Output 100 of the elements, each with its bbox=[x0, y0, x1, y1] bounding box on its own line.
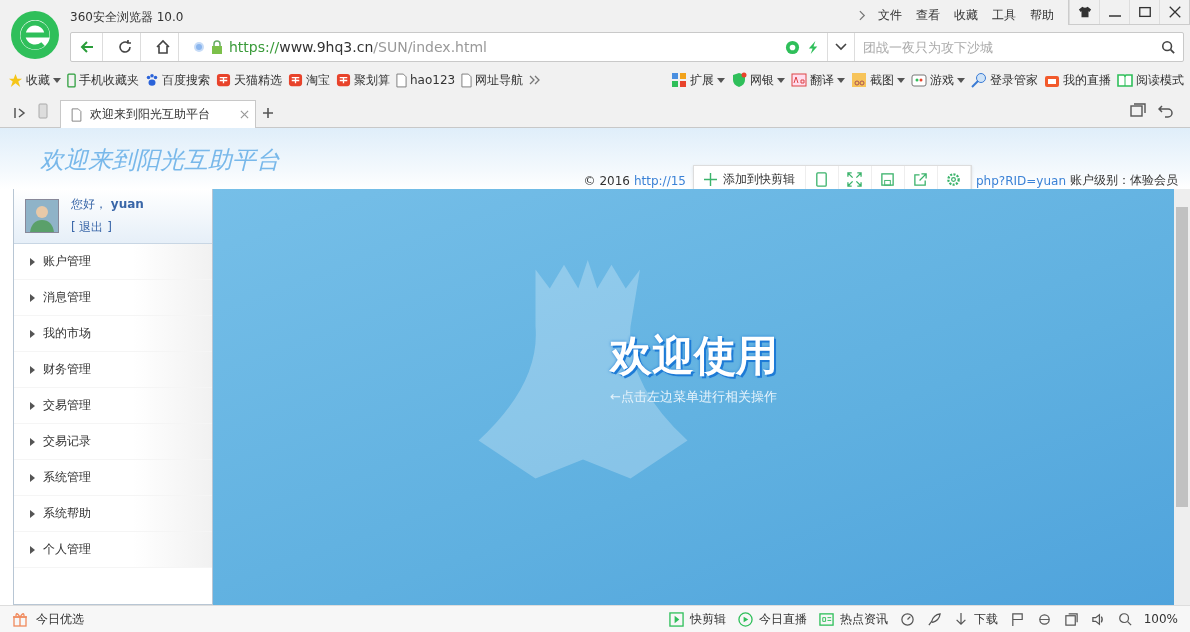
caret-icon[interactable] bbox=[717, 77, 725, 83]
extension-item[interactable]: 游戏 bbox=[911, 71, 965, 89]
zoom-icon[interactable] bbox=[1117, 612, 1132, 626]
triangle-icon bbox=[30, 257, 35, 266]
close-icon bbox=[1167, 5, 1182, 19]
chevron-down-icon bbox=[835, 43, 847, 51]
menu-item[interactable]: 财务管理 bbox=[14, 352, 212, 388]
flag-icon[interactable] bbox=[1009, 611, 1025, 627]
news-icon bbox=[818, 611, 834, 627]
welcome-title: 欢迎使用 bbox=[609, 330, 778, 382]
caret-icon[interactable] bbox=[897, 77, 905, 83]
caret-icon[interactable] bbox=[777, 77, 785, 83]
menu-item[interactable]: 交易记录 bbox=[14, 424, 212, 460]
triangle-icon bbox=[30, 401, 35, 410]
paw-icon bbox=[145, 73, 159, 87]
menu-item[interactable]: 我的市场 bbox=[14, 316, 212, 352]
status-item[interactable]: 快剪辑 bbox=[668, 610, 726, 628]
speed-icon[interactable] bbox=[899, 611, 915, 627]
chevron-icon[interactable] bbox=[859, 9, 866, 21]
menu-item[interactable]: 系统帮助 bbox=[14, 496, 212, 532]
caret-icon[interactable] bbox=[837, 77, 845, 83]
bookmark-item[interactable]: hao123 bbox=[396, 72, 456, 88]
menu-item[interactable]: 交易管理 bbox=[14, 388, 212, 424]
menu-item[interactable]: 个人管理 bbox=[14, 532, 212, 568]
translate-icon bbox=[791, 72, 807, 88]
extension-item[interactable]: 登录管家 bbox=[971, 71, 1038, 89]
menu-item[interactable]: 消息管理 bbox=[14, 280, 212, 316]
back-arrow-icon bbox=[78, 39, 95, 55]
page-icon bbox=[396, 72, 407, 88]
minimize-icon bbox=[1108, 15, 1121, 17]
triangle-icon bbox=[30, 545, 35, 554]
status-text[interactable]: 今日优选 bbox=[36, 610, 84, 628]
extension-item[interactable]: 我的直播 bbox=[1044, 71, 1111, 89]
extension-item[interactable]: 网银 bbox=[731, 71, 785, 89]
search-icon[interactable] bbox=[1161, 40, 1175, 54]
scrollbar[interactable] bbox=[1174, 189, 1190, 605]
url-field[interactable]: https://www.9hq3.cn/SUN/index.html bbox=[229, 39, 487, 55]
clip-icon bbox=[668, 611, 684, 627]
book-icon bbox=[1117, 72, 1133, 88]
greeting-text: 您好， bbox=[71, 197, 107, 211]
settings-icon bbox=[946, 171, 962, 187]
logout-link[interactable]: [ 退出 ] bbox=[71, 219, 144, 236]
triangle-icon bbox=[30, 437, 35, 446]
window-icon[interactable] bbox=[1063, 611, 1079, 627]
menu-item[interactable]: 文件 bbox=[878, 6, 902, 24]
dropdown-button[interactable] bbox=[827, 33, 855, 61]
status-item[interactable]: 今日直播 bbox=[737, 610, 807, 628]
menu-item[interactable]: 查看 bbox=[916, 6, 940, 24]
caret-icon[interactable] bbox=[53, 77, 61, 83]
home-icon bbox=[154, 39, 171, 55]
download-button[interactable]: 下载 bbox=[953, 610, 998, 628]
grid-icon bbox=[671, 72, 687, 88]
bookmark-item[interactable]: 网址导航 bbox=[461, 71, 524, 89]
star-icon bbox=[8, 72, 23, 88]
triangle-icon bbox=[30, 473, 35, 482]
user-name: yuan bbox=[110, 197, 144, 211]
extension-item[interactable]: 扩展 bbox=[671, 71, 725, 89]
close-icon[interactable] bbox=[240, 110, 249, 119]
menu-item[interactable]: 账户管理 bbox=[14, 244, 212, 280]
menu-item[interactable]: 帮助 bbox=[1030, 6, 1054, 24]
site-title: 欢迎来到阳光互助平台 bbox=[40, 145, 280, 176]
play-icon bbox=[737, 611, 753, 627]
avatar-icon bbox=[25, 199, 59, 233]
zoom-level[interactable]: 100% bbox=[1143, 612, 1178, 626]
extension-item[interactable]: 截图 bbox=[851, 71, 905, 89]
welcome-hint: ←点击左边菜单进行相关操作 bbox=[610, 388, 777, 406]
browser-logo-icon bbox=[10, 10, 60, 60]
menu-item[interactable]: 收藏 bbox=[954, 6, 978, 24]
bookmark-item[interactable]: 聚划算 bbox=[336, 71, 390, 89]
bookmark-item[interactable]: 手机收藏夹 bbox=[67, 71, 139, 89]
browser-tab[interactable]: 欢迎来到阳光互助平台 bbox=[60, 100, 256, 128]
bookmark-item[interactable]: 天猫精选 bbox=[216, 71, 282, 89]
extension-item[interactable]: 翻译 bbox=[791, 71, 845, 89]
link[interactable]: php?RID=yuan bbox=[975, 173, 1066, 188]
shield-icon bbox=[731, 72, 747, 88]
bookmark-item[interactable]: 百度搜索 bbox=[145, 71, 210, 89]
reload-icon bbox=[116, 39, 133, 55]
bookmark-item[interactable]: 收藏 bbox=[8, 71, 61, 89]
status-item[interactable]: 热点资讯 bbox=[818, 610, 888, 628]
speaker-icon[interactable] bbox=[1090, 611, 1106, 627]
triangle-icon bbox=[30, 509, 35, 518]
share-icon bbox=[913, 171, 929, 187]
more-icon[interactable] bbox=[529, 75, 542, 85]
tag-icon bbox=[336, 72, 351, 88]
tag-icon bbox=[216, 72, 231, 88]
undo-icon[interactable] bbox=[1158, 103, 1174, 119]
menu-item[interactable]: 系统管理 bbox=[14, 460, 212, 496]
plus-icon bbox=[703, 172, 717, 186]
windows-icon[interactable] bbox=[1130, 103, 1146, 119]
plus-icon bbox=[262, 107, 274, 119]
caret-icon[interactable] bbox=[957, 77, 965, 83]
sidebar-toggle-icon[interactable] bbox=[14, 107, 26, 119]
shirt-icon bbox=[1077, 5, 1092, 19]
extension-item[interactable]: 阅读模式 bbox=[1117, 71, 1184, 89]
link[interactable]: http://15 bbox=[633, 173, 686, 188]
bookmark-item[interactable]: 淘宝 bbox=[288, 71, 330, 89]
maximize-icon bbox=[1137, 5, 1152, 19]
save-icon bbox=[880, 171, 896, 187]
menu-item[interactable]: 工具 bbox=[992, 6, 1016, 24]
page-icon bbox=[71, 107, 82, 122]
